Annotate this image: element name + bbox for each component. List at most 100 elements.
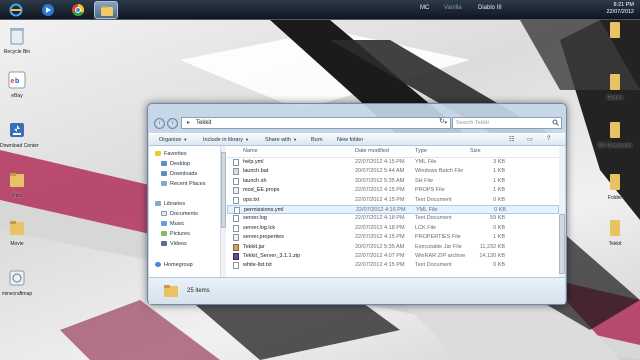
table-row[interactable]: mod_EE.props 22/07/2012 4:15 PM PROPS Fi… [227,186,559,195]
refresh-icon[interactable]: ↻ [439,117,445,125]
table-row[interactable]: server.properties 22/07/2012 4:15 PM PRO… [227,233,559,242]
table-row[interactable]: white-list.txt 22/07/2012 4:15 PM Text D… [227,261,559,270]
desktop-icon-label: Download Center [0,143,39,149]
nav-documents[interactable]: Documents [161,211,198,217]
file-type: Windows Batch File [415,168,464,175]
search-icon[interactable] [552,119,559,128]
music-icon [161,221,167,226]
file-size: 1 KB [493,168,505,175]
nav-homegroup[interactable]: Homegroup [155,262,193,268]
desktop-icon-label: Pics [12,193,22,199]
file-name: white-list.txt [243,262,272,269]
desktop-icon-pics[interactable]: Pics [0,170,34,199]
nav-videos[interactable]: Videos [161,241,187,247]
nav-libraries[interactable]: Libraries [155,201,185,207]
desktop-icon-label: minecraftmap [1,291,33,297]
file-name: ops.txt [243,196,260,203]
nav-downloads[interactable]: Downloads [161,171,197,177]
nav-pane-scrollbar[interactable] [221,146,226,277]
table-row[interactable]: Tekkit.jar 20/07/2012 5:35 AM Executable… [227,243,559,252]
taskbar-explorer-button[interactable] [94,1,118,19]
scrollbar-thumb[interactable] [221,152,226,228]
media-player-icon [42,4,54,16]
tray-item-diablo[interactable]: Diablo III [478,5,502,11]
documents-icon [161,211,167,216]
taskbar-chrome-button[interactable] [66,1,90,19]
file-type: WinRAR ZIP archive [415,253,466,259]
table-row[interactable]: ops.txt 22/07/2012 4:15 PM Text Document… [227,196,559,205]
file-size: 14,130 KB [479,253,505,259]
folder-icon [164,285,178,297]
file-icon [233,224,239,232]
file-date: 22/07/2012 4:15 PM [355,187,405,194]
nav-pictures[interactable]: Pictures [161,231,190,237]
desktop-icon-unnamed-folder[interactable] [598,20,632,42]
taskbar: MC Vanilla Diablo III 8:21 PM 22/07/2012 [0,0,640,20]
column-header-name[interactable]: Name [243,148,258,154]
desktop-icon-label: Recycle Bin [3,49,31,55]
desktop-icon-tekkit[interactable]: Tekkit [598,218,632,247]
taskbar-clock[interactable]: 8:21 PM 22/07/2012 [606,2,634,16]
burn-button[interactable]: Burn [311,137,323,143]
address-bar[interactable]: ▸ Tekkit ▾ [181,117,451,129]
nav-desktop[interactable]: Desktop [161,161,190,167]
file-size: 0 KB [494,207,506,213]
desktop-icon-games[interactable]: Games [598,72,632,101]
homegroup-icon [155,262,161,267]
desktop-icon-label: Folder [607,195,623,201]
clock-time: 8:21 PM [613,2,634,8]
table-row-selected[interactable]: permissions.yml 22/07/2012 4:16 PM YML F… [227,205,559,215]
file-list-scrollbar[interactable] [559,146,565,277]
column-header-size[interactable]: Size [470,148,481,154]
tray-user-label[interactable]: MC [420,5,429,11]
table-row[interactable]: server.log 22/07/2012 4:18 PM Text Docum… [227,214,559,223]
file-icon [234,207,240,214]
preview-pane-icon[interactable]: ▭ [527,136,533,143]
table-row[interactable]: Tekkit_Server_3.1.1.zip 22/07/2012 4:07 … [227,252,559,261]
taskbar-ie-button[interactable] [4,1,28,19]
view-options-icon[interactable]: ☷ [509,136,514,143]
search-input[interactable] [452,117,562,129]
desktop-icon-label: Movie [10,241,24,247]
include-in-library-button[interactable]: Include in library ▼ [203,137,249,143]
recent-places-icon [161,181,167,186]
file-date: 22/07/2012 4:07 PM [355,253,405,259]
jar-file-icon [233,243,239,251]
desktop-icon-recycle-bin[interactable]: Recycle Bin [0,26,34,55]
nav-music[interactable]: Music [161,221,184,227]
file-name: server.properties [243,234,284,241]
tray-item-vanilla[interactable]: Vanilla [444,5,462,11]
share-with-button[interactable]: Share with ▼ [265,137,297,143]
desktop-icon-folder[interactable]: Folder [598,172,632,201]
file-date: 22/07/2012 4:15 PM [355,234,405,241]
column-header-date-modified[interactable]: Date modified [355,148,389,154]
table-row[interactable]: launch.sh 20/07/2012 5:35 AM SH File 1 K… [227,177,559,186]
nav-label: Favorites [164,151,187,157]
desktop-icon-label: MC Downloads [598,143,632,149]
column-header-type[interactable]: Type [415,148,427,154]
file-name: launch.sh [243,177,267,184]
desktop-icon-minecraftmap[interactable]: minecraftmap [0,268,34,297]
back-button[interactable]: ‹ [154,118,165,129]
desktop-icon-mc-downloads[interactable]: MC Downloads [598,120,632,149]
nav-recent-places[interactable]: Recent Places [161,181,205,187]
nav-favorites[interactable]: Favorites [155,151,187,157]
forward-button[interactable]: › [167,118,178,129]
table-row[interactable]: launch.bat 20/07/2012 5:44 AM Windows Ba… [227,167,559,176]
file-date: 22/07/2012 4:16 PM [356,207,406,213]
help-icon[interactable]: ? [547,136,550,142]
new-folder-button[interactable]: New folder [337,137,363,143]
file-date: 20/07/2012 5:44 AM [355,168,405,175]
chevron-down-icon: ▼ [183,137,188,142]
scrollbar-thumb[interactable] [559,214,565,274]
desktop-icon-ebay[interactable]: e b eBay [0,70,34,99]
organize-button[interactable]: Organize ▼ [159,137,187,143]
desktop-icon-movie[interactable]: Movie [0,218,34,247]
taskbar-media-player-button[interactable] [36,1,60,19]
table-row[interactable]: server.log.lck 22/07/2012 4:18 PM LCK Fi… [227,224,559,233]
desktop-icon [161,161,167,166]
desktop-icon-download-center[interactable]: Download Center [0,120,39,149]
table-row[interactable]: help.yml 22/07/2012 4:15 PM YML File 3 K… [227,158,559,167]
address-path[interactable]: Tekkit [196,120,211,126]
file-type: Executable Jar File [415,243,462,250]
